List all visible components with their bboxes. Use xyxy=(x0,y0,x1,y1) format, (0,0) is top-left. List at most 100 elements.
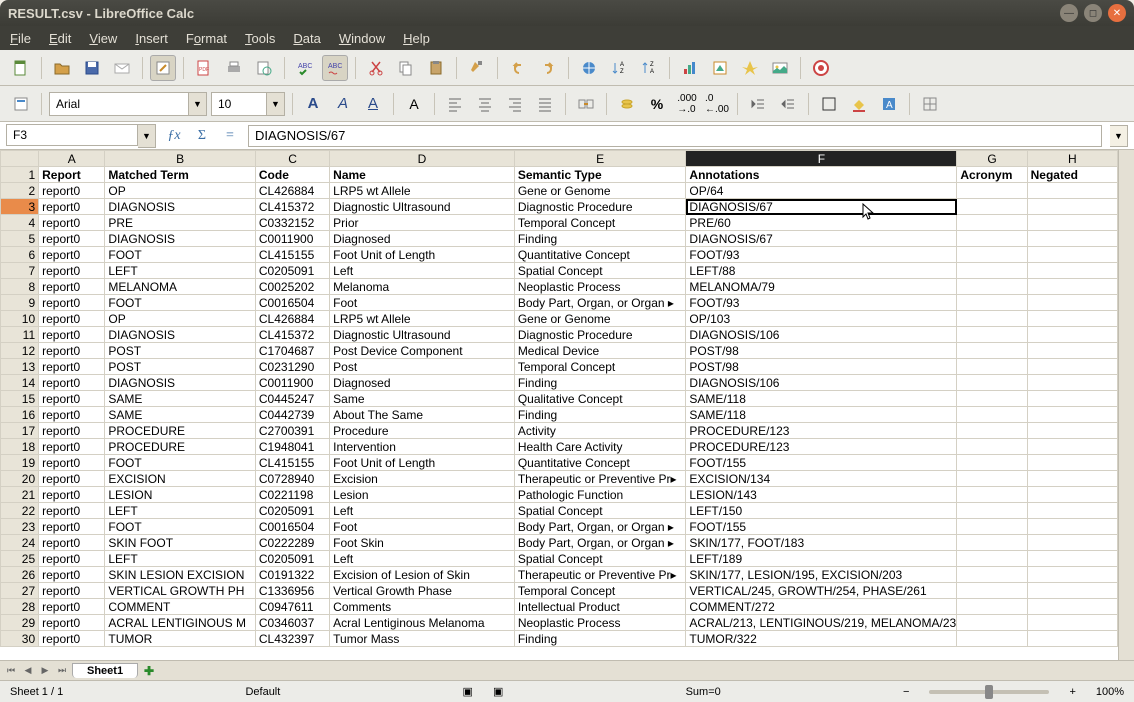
equals-icon[interactable]: = xyxy=(220,126,240,146)
row-header[interactable]: 26 xyxy=(1,567,39,583)
cell[interactable]: FOOT/155 xyxy=(686,519,957,535)
cell[interactable]: TUMOR/322 xyxy=(686,631,957,647)
row-header[interactable]: 27 xyxy=(1,583,39,599)
print-preview-button[interactable] xyxy=(251,55,277,81)
cell[interactable]: Foot Unit of Length xyxy=(330,455,515,471)
cell[interactable]: About The Same xyxy=(330,407,515,423)
cell[interactable]: Left xyxy=(330,263,515,279)
align-center-button[interactable] xyxy=(472,91,498,117)
paste-button[interactable] xyxy=(423,55,449,81)
cell[interactable]: Gene or Genome xyxy=(514,183,686,199)
cell[interactable]: Diagnostic Procedure xyxy=(514,199,686,215)
cell[interactable]: SAME/118 xyxy=(686,407,957,423)
cell[interactable]: Same xyxy=(330,391,515,407)
grid-scroll[interactable]: ABCDEFGH 1ReportMatched TermCodeNameSema… xyxy=(0,150,1118,660)
cell[interactable] xyxy=(957,583,1027,599)
formula-expand-button[interactable]: ▼ xyxy=(1110,125,1128,147)
cell[interactable]: Therapeutic or Preventive Pr▸ xyxy=(514,471,686,487)
zoom-in-button[interactable]: + xyxy=(1069,686,1075,698)
cell[interactable]: FOOT xyxy=(105,519,256,535)
cell[interactable]: C0231290 xyxy=(255,359,329,375)
vertical-scrollbar[interactable] xyxy=(1118,150,1134,660)
cell[interactable]: SAME xyxy=(105,407,256,423)
cell[interactable] xyxy=(957,567,1027,583)
cell[interactable]: Spatial Concept xyxy=(514,551,686,567)
cell[interactable]: report0 xyxy=(39,471,105,487)
cell[interactable] xyxy=(957,535,1027,551)
cell[interactable]: VERTICAL/245, GROWTH/254, PHASE/261 xyxy=(686,583,957,599)
cell[interactable]: LEFT/189 xyxy=(686,551,957,567)
cell[interactable]: report0 xyxy=(39,279,105,295)
cell[interactable] xyxy=(1027,631,1117,647)
menu-tools[interactable]: Tools xyxy=(245,31,275,46)
cell[interactable]: report0 xyxy=(39,391,105,407)
cell[interactable]: Foot Unit of Length xyxy=(330,247,515,263)
cell[interactable]: C0016504 xyxy=(255,295,329,311)
cell[interactable]: DIAGNOSIS xyxy=(105,199,256,215)
tab-prev-button[interactable]: ◀ xyxy=(21,664,35,678)
close-button[interactable]: ✕ xyxy=(1108,4,1126,22)
bg-color-button[interactable] xyxy=(846,91,872,117)
cell[interactable]: Prior xyxy=(330,215,515,231)
cell[interactable]: SAME xyxy=(105,391,256,407)
cell[interactable] xyxy=(1027,455,1117,471)
cell[interactable] xyxy=(957,279,1027,295)
decrease-indent-button[interactable] xyxy=(745,91,771,117)
zoom-slider[interactable] xyxy=(929,690,1049,694)
cell[interactable]: Diagnostic Procedure xyxy=(514,327,686,343)
cell[interactable]: DIAGNOSIS/67 xyxy=(686,231,957,247)
cell[interactable]: DIAGNOSIS/67 xyxy=(686,199,957,215)
cell[interactable]: SKIN/177, FOOT/183 xyxy=(686,535,957,551)
cell[interactable]: CL426884 xyxy=(255,183,329,199)
font-color-button[interactable]: A xyxy=(401,91,427,117)
cell[interactable]: EXCISION xyxy=(105,471,256,487)
cell[interactable]: LESION/143 xyxy=(686,487,957,503)
cell[interactable]: Diagnostic Ultrasound xyxy=(330,327,515,343)
row-header[interactable]: 29 xyxy=(1,615,39,631)
show-draw-button[interactable] xyxy=(707,55,733,81)
cut-button[interactable] xyxy=(363,55,389,81)
cell[interactable] xyxy=(1027,567,1117,583)
cell[interactable]: DIAGNOSIS xyxy=(105,327,256,343)
undo-button[interactable] xyxy=(505,55,531,81)
cell[interactable]: Pathologic Function xyxy=(514,487,686,503)
cell[interactable]: POST/98 xyxy=(686,359,957,375)
cell[interactable] xyxy=(1027,423,1117,439)
cell[interactable]: report0 xyxy=(39,231,105,247)
cell[interactable] xyxy=(1027,615,1117,631)
cell[interactable]: FOOT xyxy=(105,455,256,471)
cell[interactable]: PROCEDURE/123 xyxy=(686,439,957,455)
save-button[interactable] xyxy=(79,55,105,81)
add-sheet-button[interactable]: ✚ xyxy=(141,663,157,679)
cell[interactable]: report0 xyxy=(39,295,105,311)
row-header[interactable]: 13 xyxy=(1,359,39,375)
cell[interactable]: DIAGNOSIS/106 xyxy=(686,375,957,391)
cell[interactable] xyxy=(1027,263,1117,279)
cell[interactable]: C1948041 xyxy=(255,439,329,455)
cell[interactable]: CL415155 xyxy=(255,455,329,471)
cell[interactable]: OP/64 xyxy=(686,183,957,199)
cell[interactable]: TUMOR xyxy=(105,631,256,647)
cell[interactable]: COMMENT xyxy=(105,599,256,615)
cell[interactable]: CL415155 xyxy=(255,247,329,263)
cell[interactable] xyxy=(957,615,1027,631)
cell[interactable]: Finding xyxy=(514,231,686,247)
cell[interactable]: report0 xyxy=(39,247,105,263)
cell[interactable] xyxy=(957,183,1027,199)
sort-desc-button[interactable]: ZA xyxy=(636,55,662,81)
edit-mode-button[interactable] xyxy=(150,55,176,81)
cell[interactable]: Diagnosed xyxy=(330,375,515,391)
cell[interactable] xyxy=(1027,487,1117,503)
header-cell[interactable]: Negated xyxy=(1027,167,1117,183)
cell[interactable]: report0 xyxy=(39,407,105,423)
cell[interactable] xyxy=(1027,359,1117,375)
cell[interactable]: report0 xyxy=(39,183,105,199)
col-header-D[interactable]: D xyxy=(330,151,515,167)
cell[interactable]: LRP5 wt Allele xyxy=(330,183,515,199)
cell[interactable]: C0442739 xyxy=(255,407,329,423)
cell[interactable]: report0 xyxy=(39,615,105,631)
row-header[interactable]: 17 xyxy=(1,423,39,439)
cell[interactable]: report0 xyxy=(39,359,105,375)
cell[interactable]: PRE xyxy=(105,215,256,231)
cell[interactable]: Lesion xyxy=(330,487,515,503)
